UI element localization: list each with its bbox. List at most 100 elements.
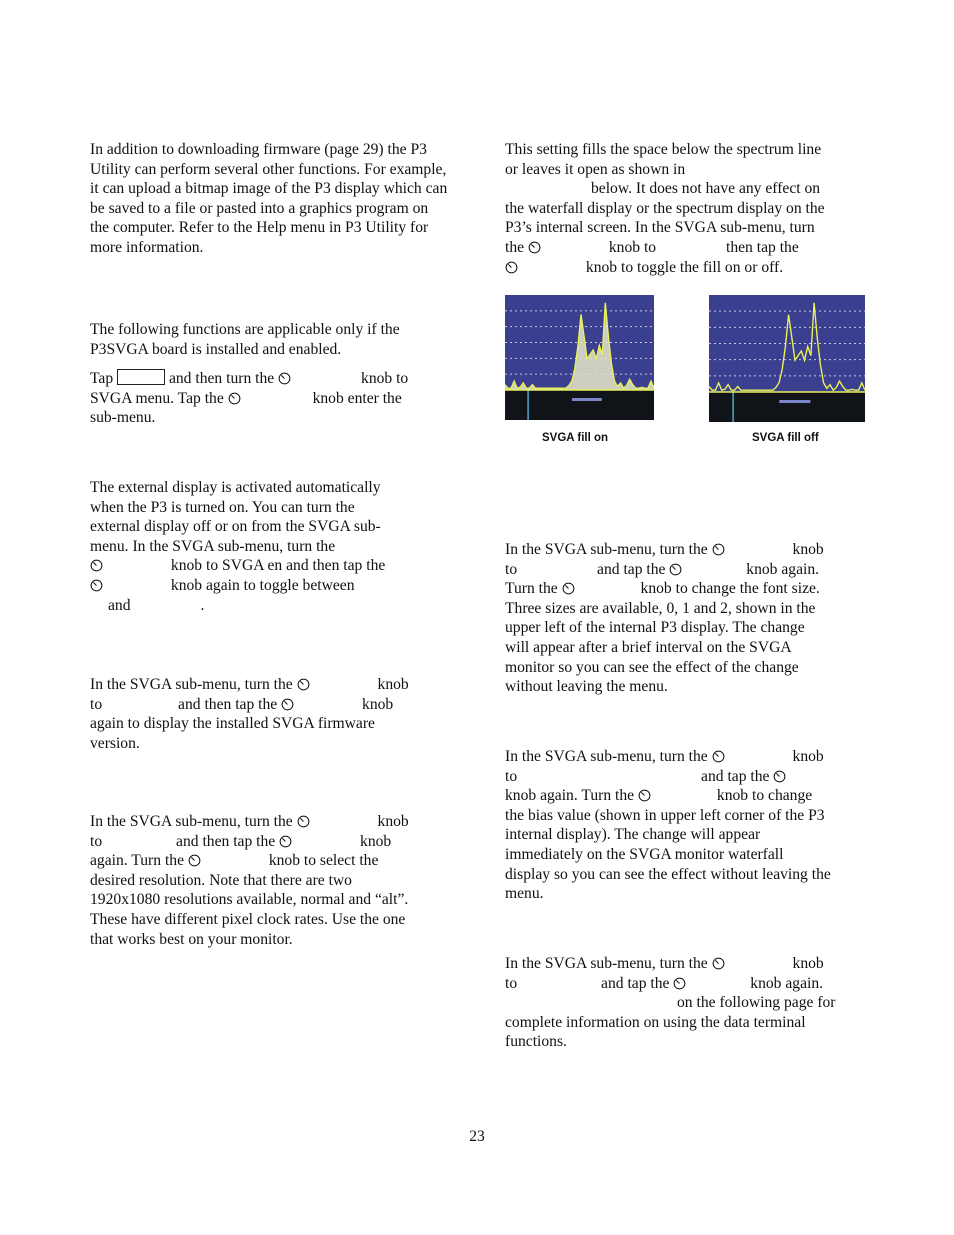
external-display-paragraph: The external display is activated automa…	[90, 478, 450, 615]
text: to	[505, 974, 518, 992]
text: knob to	[608, 238, 657, 256]
spectrum-background	[709, 295, 865, 392]
text: knob again.	[750, 974, 824, 992]
text: In the SVGA sub-menu, turn the	[90, 676, 293, 693]
text: or leaves it open as shown in	[505, 160, 686, 178]
knob-icon	[673, 977, 686, 990]
text: and tap the	[601, 974, 670, 992]
text: then tap the	[726, 238, 799, 256]
bias-paragraph: In the SVGA sub-menu, turn the knob to a…	[505, 747, 870, 904]
knob-icon	[773, 770, 786, 783]
text: below. It does not have any effect on	[591, 180, 821, 198]
text: to	[90, 832, 103, 850]
fill-paragraph: This setting fills the space below the s…	[505, 140, 870, 277]
waterfall-marker	[732, 392, 734, 422]
text: monitor so you can see the effect of the…	[505, 658, 799, 676]
text: to	[90, 695, 103, 713]
text: knob again. Turn the	[505, 787, 635, 805]
text: immediately on the SVGA monitor waterfal…	[505, 845, 784, 863]
text: Turn the	[505, 580, 558, 598]
text: knob	[792, 955, 824, 972]
text: knob	[792, 541, 824, 558]
resolution-paragraph: In the SVGA sub-menu, turn the knob to a…	[90, 812, 450, 949]
text: without leaving the menu.	[505, 678, 668, 696]
text: In the SVGA sub-menu, turn the	[505, 541, 708, 558]
text: version.	[90, 734, 140, 752]
text: the	[505, 238, 525, 256]
text: knob to	[361, 370, 409, 387]
svga-fill-on-screenshot	[505, 295, 654, 420]
text: knob to change the font size.	[640, 580, 820, 598]
knob-icon	[90, 579, 103, 592]
text: and then tap the	[178, 695, 278, 713]
text: and then turn the	[168, 370, 275, 387]
text: and then tap the	[176, 832, 276, 850]
knob-icon	[669, 563, 682, 576]
text: Tap	[90, 370, 114, 387]
menu-button-placeholder	[117, 369, 166, 385]
text: to	[505, 560, 518, 578]
text: In the SVGA sub-menu, turn the	[505, 748, 708, 765]
waterfall-signal	[779, 400, 811, 403]
text: menu.	[505, 885, 544, 903]
text: 1920x1080 resolutions available, normal …	[90, 891, 409, 909]
svga-menu-paragraph: Tap and then turn the knob to SVGA menu.…	[90, 369, 450, 428]
text: will appear after a brief interval on th…	[505, 638, 792, 656]
text: P3’s internal screen. In the SVGA sub-me…	[505, 219, 815, 237]
text: again to display the installed SVGA firm…	[90, 715, 375, 733]
knob-icon	[188, 854, 201, 867]
text: the bias value (shown in upper left corn…	[505, 806, 825, 824]
knob-icon	[712, 750, 725, 763]
text: when the P3 is turned on. You can turn t…	[90, 498, 355, 516]
knob-icon	[279, 835, 292, 848]
text: and tap the	[597, 560, 666, 578]
knob-icon	[712, 543, 725, 556]
text: In the SVGA sub-menu, turn the	[505, 955, 708, 972]
knob-icon	[505, 261, 518, 274]
knob-icon	[297, 815, 310, 828]
text: knob again to toggle between	[170, 576, 355, 594]
text: These have different pixel clock rates. …	[90, 910, 406, 928]
svga-fill-on-caption: SVGA fill on	[542, 432, 609, 444]
text: again. Turn the	[90, 852, 184, 870]
text: the waterfall display or the spectrum di…	[505, 199, 825, 217]
text: .	[200, 596, 205, 614]
knob-icon	[712, 957, 725, 970]
text: Three sizes are available, 0, 1 and 2, s…	[505, 599, 816, 617]
knob-icon	[278, 372, 291, 385]
waterfall-marker	[527, 390, 529, 420]
svga-intro-text: The following functions are applicable o…	[90, 321, 400, 358]
svga-fill-off-screenshot	[709, 295, 865, 422]
knob-icon	[528, 241, 541, 254]
text: functions.	[505, 1033, 567, 1051]
text: knob again.	[746, 560, 820, 578]
firmware-version-paragraph: In the SVGA sub-menu, turn the knob to a…	[90, 675, 450, 753]
text: knob to SVGA en and then tap the	[170, 557, 386, 575]
text: knob enter the	[312, 389, 402, 407]
knob-icon	[90, 559, 103, 572]
text: In the SVGA sub-menu, turn the	[90, 813, 293, 830]
text: internal display). The change will appea…	[505, 826, 761, 844]
utility-paragraph: In addition to downloading firmware (pag…	[90, 140, 450, 258]
font-size-paragraph: In the SVGA sub-menu, turn the knob to a…	[505, 540, 870, 697]
text: SVGA menu. Tap the	[90, 389, 224, 407]
text: that works best on your monitor.	[90, 930, 293, 948]
text: menu. In the SVGA sub-menu, turn the	[90, 537, 336, 555]
text: knob	[360, 832, 392, 850]
text: knob to select the	[268, 852, 379, 870]
text: knob	[377, 813, 409, 830]
svga-fill-off-caption: SVGA fill off	[752, 432, 819, 444]
text: knob	[377, 676, 409, 693]
svga-intro-paragraph: The following functions are applicable o…	[90, 320, 450, 359]
text: knob to change	[716, 787, 813, 805]
knob-icon	[297, 678, 310, 691]
text: external display off or on from the SVGA…	[90, 518, 381, 536]
text: and	[108, 596, 131, 614]
text: knob	[792, 748, 824, 765]
text: The external display is activated automa…	[90, 479, 381, 496]
knob-icon	[228, 392, 241, 405]
terminal-paragraph: In the SVGA sub-menu, turn the knob to a…	[505, 954, 870, 1052]
text: sub-menu.	[90, 409, 156, 427]
text: and tap the	[701, 767, 770, 785]
page-number: 23	[469, 1128, 485, 1145]
